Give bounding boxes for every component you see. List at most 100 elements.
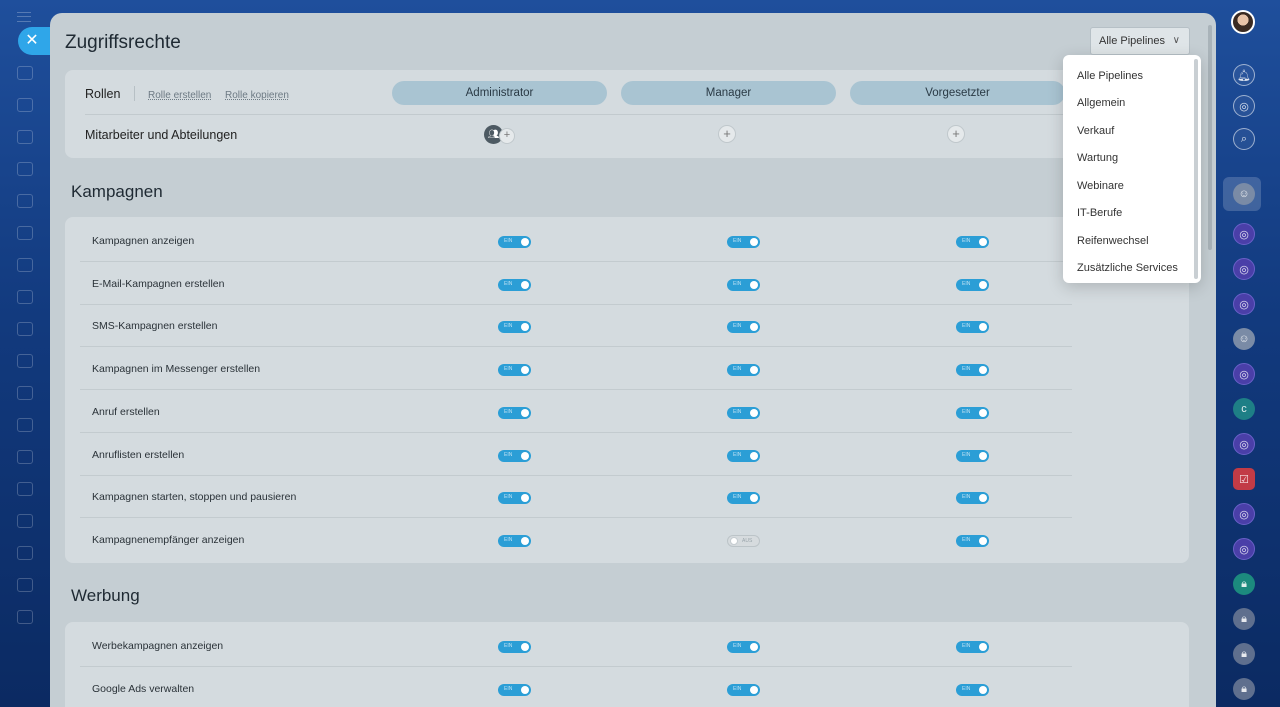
permission-toggle[interactable]: EIN [498,406,531,419]
pipeline-option[interactable]: Webinare [1077,180,1124,192]
sites-icon[interactable] [17,258,33,272]
create-role-link[interactable]: Rolle erstellen [148,90,211,101]
permission-toggle[interactable]: EIN [956,278,989,291]
copilot-icon[interactable]: ◎ [1233,95,1255,117]
role-administrator[interactable]: Administrator [392,81,607,105]
pipelines-dropdown-button[interactable]: Alle Pipelines ∨ [1090,27,1190,55]
permission-toggle[interactable]: EIN [727,492,760,505]
contact-avatar[interactable]: ☺ [1233,328,1255,350]
lock-icon[interactable]: 🔒︎ [1233,643,1255,665]
store-icon[interactable] [17,450,33,464]
add-member-button[interactable]: + [499,128,515,144]
chat-icon[interactable] [17,322,33,336]
filter-icon[interactable] [17,482,33,496]
crm-icon[interactable] [17,226,33,240]
openline-icon[interactable]: ◎ [1233,258,1255,280]
menu-icon[interactable] [17,12,31,22]
permission-toggle[interactable]: EIN [498,534,531,547]
feed-icon[interactable] [17,130,33,144]
pipeline-option[interactable]: Verkauf [1077,125,1114,137]
toggle-state-label: EIN [504,238,513,244]
toggle-knob [979,451,987,460]
document-icon[interactable] [17,194,33,208]
permission-toggle[interactable]: AUS [727,534,760,547]
permission-toggle[interactable]: EIN [727,236,760,248]
toggle-knob [521,536,529,545]
openline-icon[interactable]: ◎ [1233,433,1255,455]
permission-toggle[interactable]: EIN [727,278,760,291]
contact-avatar[interactable]: ☺ [1233,183,1255,205]
permission-toggle[interactable]: EIN [727,406,760,419]
openline-icon[interactable]: ◎ [1233,503,1255,525]
toggle-knob [730,536,738,545]
home-icon[interactable] [17,66,33,80]
pipeline-option[interactable]: Alle Pipelines [1077,70,1143,82]
role-manager[interactable]: Manager [621,81,836,105]
permission-toggle[interactable]: EIN [498,321,531,334]
lock-icon[interactable]: 🔒︎ [1233,608,1255,630]
permission-toggle[interactable]: EIN [956,364,989,377]
permission-toggle[interactable]: EIN [498,278,531,291]
tasks-icon[interactable] [17,290,33,304]
permission-toggle[interactable]: EIN [498,449,531,462]
permission-toggle[interactable]: EIN [956,534,989,547]
pipeline-option[interactable]: Wartung [1077,152,1118,164]
permission-toggle[interactable]: EIN [498,683,531,696]
copy-role-link[interactable]: Rolle kopieren [225,90,289,101]
permission-toggle[interactable]: EIN [727,683,760,696]
close-slider-button[interactable]: ✕ [18,27,50,55]
analytics-icon[interactable] [17,354,33,368]
gallery-icon[interactable] [17,514,33,528]
close-icon: ✕ [25,32,39,49]
pipeline-option[interactable]: Zusätzliche Services [1077,262,1178,274]
toggle-knob [750,451,758,460]
permission-toggle[interactable]: EIN [956,406,989,419]
toggle-state-label: EIN [733,408,742,415]
permission-toggle[interactable]: EIN [498,492,531,505]
permission-toggle[interactable]: EIN [956,236,989,248]
settings-icon[interactable] [17,578,33,592]
openline-icon[interactable]: ◎ [1233,363,1255,385]
chevron-down-icon: ∨ [1172,35,1180,46]
openline-icon[interactable]: ◎ [1233,538,1255,560]
scrollbar[interactable] [1208,25,1212,250]
add-member-button[interactable]: + [718,125,736,143]
bell-icon[interactable]: 🔔︎ [1233,64,1255,86]
pipeline-option[interactable]: Allgemein [1077,97,1125,109]
permission-toggle[interactable]: EIN [956,492,989,505]
lock-icon[interactable]: 🔒︎ [1233,678,1255,700]
pipeline-option[interactable]: IT-Berufe [1077,207,1122,219]
permission-toggle[interactable]: EIN [727,641,760,653]
permission-toggle[interactable]: EIN [498,364,531,377]
toggle-knob [979,366,987,375]
role-vorgesetzter[interactable]: Vorgesetzter [850,81,1065,105]
contacts-icon[interactable] [17,162,33,176]
add-member-button[interactable]: + [947,125,965,143]
lock-icon[interactable]: 🔒︎ [1233,573,1255,595]
permission-toggle[interactable]: EIN [956,641,989,653]
contact-initial-icon[interactable]: c [1233,398,1255,420]
task-icon[interactable]: ☑ [1233,468,1255,490]
permission-label: Kampagnen anzeigen [92,235,195,247]
openline-icon[interactable]: ◎ [1233,223,1255,245]
car-icon[interactable] [17,546,33,560]
permission-toggle[interactable]: EIN [727,321,760,334]
permission-toggle[interactable]: EIN [956,683,989,696]
sync-icon[interactable] [17,98,33,112]
permission-toggle[interactable]: EIN [727,364,760,377]
marketing-icon[interactable] [17,418,33,432]
permission-toggle[interactable]: EIN [727,449,760,462]
toggle-state-label: EIN [962,323,971,330]
toggle-knob [750,685,758,694]
permission-toggle[interactable]: EIN [956,321,989,334]
dropdown-scrollbar[interactable] [1194,59,1198,279]
openline-icon[interactable]: ◎ [1233,293,1255,315]
more-icon[interactable] [17,610,33,624]
pipeline-option[interactable]: Reifenwechsel [1077,235,1149,247]
permission-toggle[interactable]: EIN [498,641,531,653]
user-avatar[interactable] [1231,10,1255,34]
permission-toggle[interactable]: EIN [498,236,531,248]
cart-icon[interactable] [17,386,33,400]
search-chat-icon[interactable]: ⌕ [1233,128,1255,150]
permission-toggle[interactable]: EIN [956,449,989,462]
